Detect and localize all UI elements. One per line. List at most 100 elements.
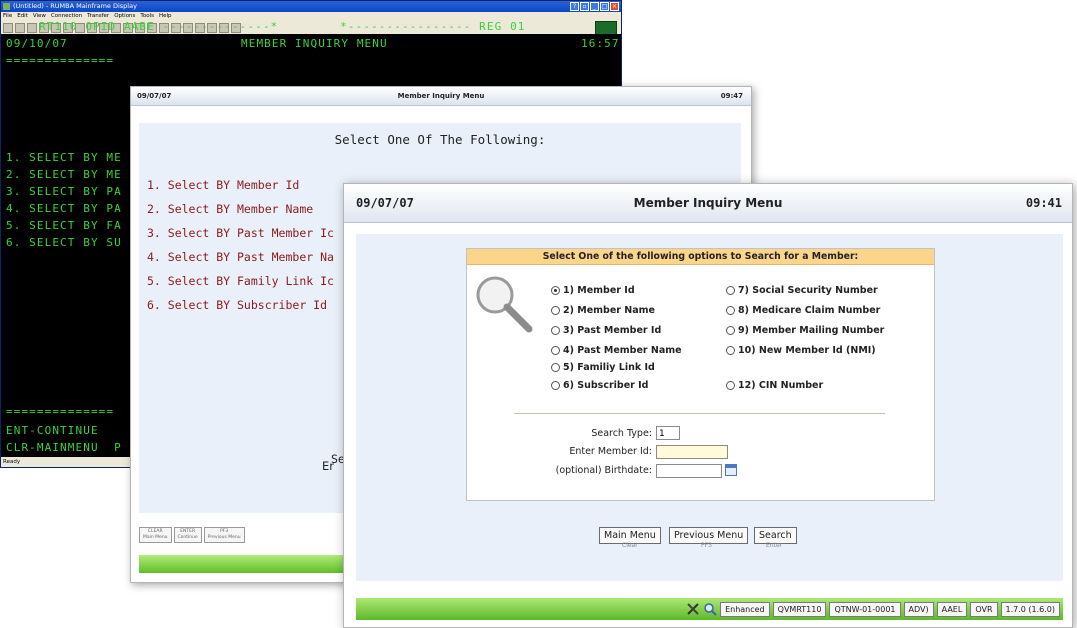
option-label: 1) Member Id xyxy=(563,285,635,296)
function-keys: CLEAR Main Menu ENTER Continue PF3 Previ… xyxy=(139,527,245,543)
divider xyxy=(514,413,885,414)
terminal-option: 3. SELECT BY PA xyxy=(6,185,122,198)
radio-icon[interactable] xyxy=(551,346,560,355)
option-medicare-claim[interactable]: 8) Medicare Claim Number xyxy=(726,305,880,316)
help-icon[interactable]: ? xyxy=(570,2,579,11)
terminal-option: 5. SELECT BY FA xyxy=(6,219,122,232)
member-id-label: Enter Member Id: xyxy=(569,446,652,457)
option-member-name[interactable]: 2) Member Name xyxy=(551,305,655,316)
select-heading: Select One Of The Following: xyxy=(334,132,546,147)
terminal-ent-key: ENT-CONTINUE xyxy=(6,424,99,437)
terminal-divider: ============== xyxy=(6,405,115,418)
radio-icon[interactable] xyxy=(551,306,560,315)
status-version: 1.7.0 (1.6.0) xyxy=(1000,601,1060,617)
option-label: 7) Social Security Number xyxy=(738,285,878,296)
birthdate-label: (optional) Birthdate: xyxy=(555,465,652,476)
search-options-title: Select One of the following options to S… xyxy=(467,249,934,265)
key-action: Continue xyxy=(177,535,198,540)
menu-option-3[interactable]: 3. Select BY Past Member Ic xyxy=(147,226,334,240)
window-titlebar: (Untitled) - RUMBA Mainframe Display ? ▫… xyxy=(1,1,621,12)
terminal-option: 2. SELECT BY ME xyxy=(6,168,122,181)
calendar-icon[interactable] xyxy=(725,464,737,476)
status-user: AAEL xyxy=(936,601,968,617)
radio-icon[interactable] xyxy=(726,306,735,315)
menu-option-4[interactable]: 4. Select BY Past Member Na xyxy=(147,250,334,264)
radio-icon[interactable] xyxy=(551,363,560,372)
enter-key-button[interactable]: ENTER Continue xyxy=(173,527,202,543)
toolbar-button[interactable] xyxy=(15,22,25,33)
header-time: 09:41 xyxy=(1025,196,1062,210)
magnifier-icon xyxy=(476,276,533,333)
option-ssn[interactable]: 7) Social Security Number xyxy=(726,285,878,296)
toolbar-button[interactable] xyxy=(3,22,13,33)
radio-icon[interactable] xyxy=(726,286,735,295)
menu-option-1[interactable]: 1. Select BY Member Id xyxy=(147,178,299,192)
option-label: 2) Member Name xyxy=(563,305,655,316)
option-label: 8) Medicare Claim Number xyxy=(738,305,881,316)
terminal-option: 1. SELECT BY ME xyxy=(6,151,122,164)
status-session: QTNW-01-0001 xyxy=(829,601,901,617)
toolbar-button[interactable] xyxy=(27,22,37,33)
pf3-key-button[interactable]: PF3 Previous Menu xyxy=(203,527,245,543)
menu-option-6[interactable]: 6. Select BY Subscriber Id xyxy=(147,298,327,312)
status-ovr: OVR xyxy=(970,601,998,617)
main-menu-key-hint: Clear xyxy=(622,542,638,549)
radio-selected-icon[interactable] xyxy=(551,286,560,295)
menu-option-5[interactable]: 5. Select BY Family Link Ic xyxy=(147,274,334,288)
header-title: Member Inquiry Menu xyxy=(397,92,485,100)
window-title: (Untitled) - RUMBA Mainframe Display xyxy=(13,2,137,10)
maximize-icon[interactable]: □ xyxy=(600,2,609,11)
close-icon[interactable]: × xyxy=(610,2,619,11)
option-label: 5) Familiy Link Id xyxy=(563,362,655,373)
status-adv: ADV) xyxy=(903,601,934,617)
option-label: 9) Member Mailing Number xyxy=(738,325,885,336)
option-subscriber-id[interactable]: 6) Subscriber Id xyxy=(551,380,648,391)
web-inquiry-new-window: 09/07/07 Member Inquiry Menu 09:41 Selec… xyxy=(343,183,1073,628)
tools-icon[interactable] xyxy=(686,602,700,616)
radio-icon[interactable] xyxy=(726,346,735,355)
header-title: Member Inquiry Menu xyxy=(633,196,783,210)
page-header: 09/07/07 Member Inquiry Menu 09:47 xyxy=(131,87,751,106)
birthdate-input[interactable] xyxy=(656,464,722,478)
app-icon xyxy=(3,3,10,10)
menu-file[interactable]: File xyxy=(3,12,12,21)
radio-icon[interactable] xyxy=(551,381,560,390)
terminal-header-line: RT110 OPID AABE --------------* *-------… xyxy=(39,20,526,33)
menu-option-2[interactable]: 2. Select BY Member Name xyxy=(147,202,313,216)
option-cin-number[interactable]: 12) CIN Number xyxy=(726,380,823,391)
terminal-divider: ============== xyxy=(6,54,115,67)
enter-label-fragment: Er xyxy=(322,459,334,473)
header-time: 09:47 xyxy=(720,92,743,100)
terminal-clr-key: CLR-MAINMENU P xyxy=(6,441,122,454)
key-action: Previous Menu xyxy=(207,535,241,540)
option-member-id[interactable]: 1) Member Id xyxy=(551,285,635,296)
option-past-member-name[interactable]: 4) Past Member Name xyxy=(551,345,682,356)
status-mode: Enhanced xyxy=(720,601,770,617)
option-label: 10) New Member Id (NMI) xyxy=(738,345,876,356)
minimize-icon[interactable]: _ xyxy=(590,2,599,11)
search-type-field[interactable]: 1 xyxy=(656,426,680,440)
search-key-hint: Enter xyxy=(766,542,783,549)
search-icon[interactable] xyxy=(703,602,717,616)
search-type-label: Search Type: xyxy=(591,428,652,439)
radio-icon[interactable] xyxy=(726,381,735,390)
option-past-member-id[interactable]: 3) Past Member Id xyxy=(551,325,661,336)
option-new-member-id[interactable]: 10) New Member Id (NMI) xyxy=(726,345,876,356)
option-family-link-id[interactable]: 5) Familiy Link Id xyxy=(551,362,655,373)
terminal-title: MEMBER INQUIRY MENU xyxy=(241,37,388,50)
clear-key-button[interactable]: CLEAR Main Menu xyxy=(139,527,172,543)
option-label: 6) Subscriber Id xyxy=(563,380,649,391)
menu-edit[interactable]: Edit xyxy=(17,12,28,21)
option-label: 12) CIN Number xyxy=(738,380,824,391)
restore-icon[interactable]: ▫ xyxy=(580,2,589,11)
member-id-input[interactable] xyxy=(656,445,728,459)
terminal-option: 6. SELECT BY SU xyxy=(6,236,122,249)
search-options-box: Select One of the following options to S… xyxy=(466,248,935,501)
status-program: QVMRT110 xyxy=(772,601,827,617)
radio-icon[interactable] xyxy=(551,326,560,335)
option-mailing-number[interactable]: 9) Member Mailing Number xyxy=(726,325,884,336)
radio-icon[interactable] xyxy=(726,326,735,335)
key-action: Main Menu xyxy=(143,535,168,540)
option-label: 3) Past Member Id xyxy=(563,325,662,336)
page-header: 09/07/07 Member Inquiry Menu 09:41 xyxy=(344,184,1072,223)
